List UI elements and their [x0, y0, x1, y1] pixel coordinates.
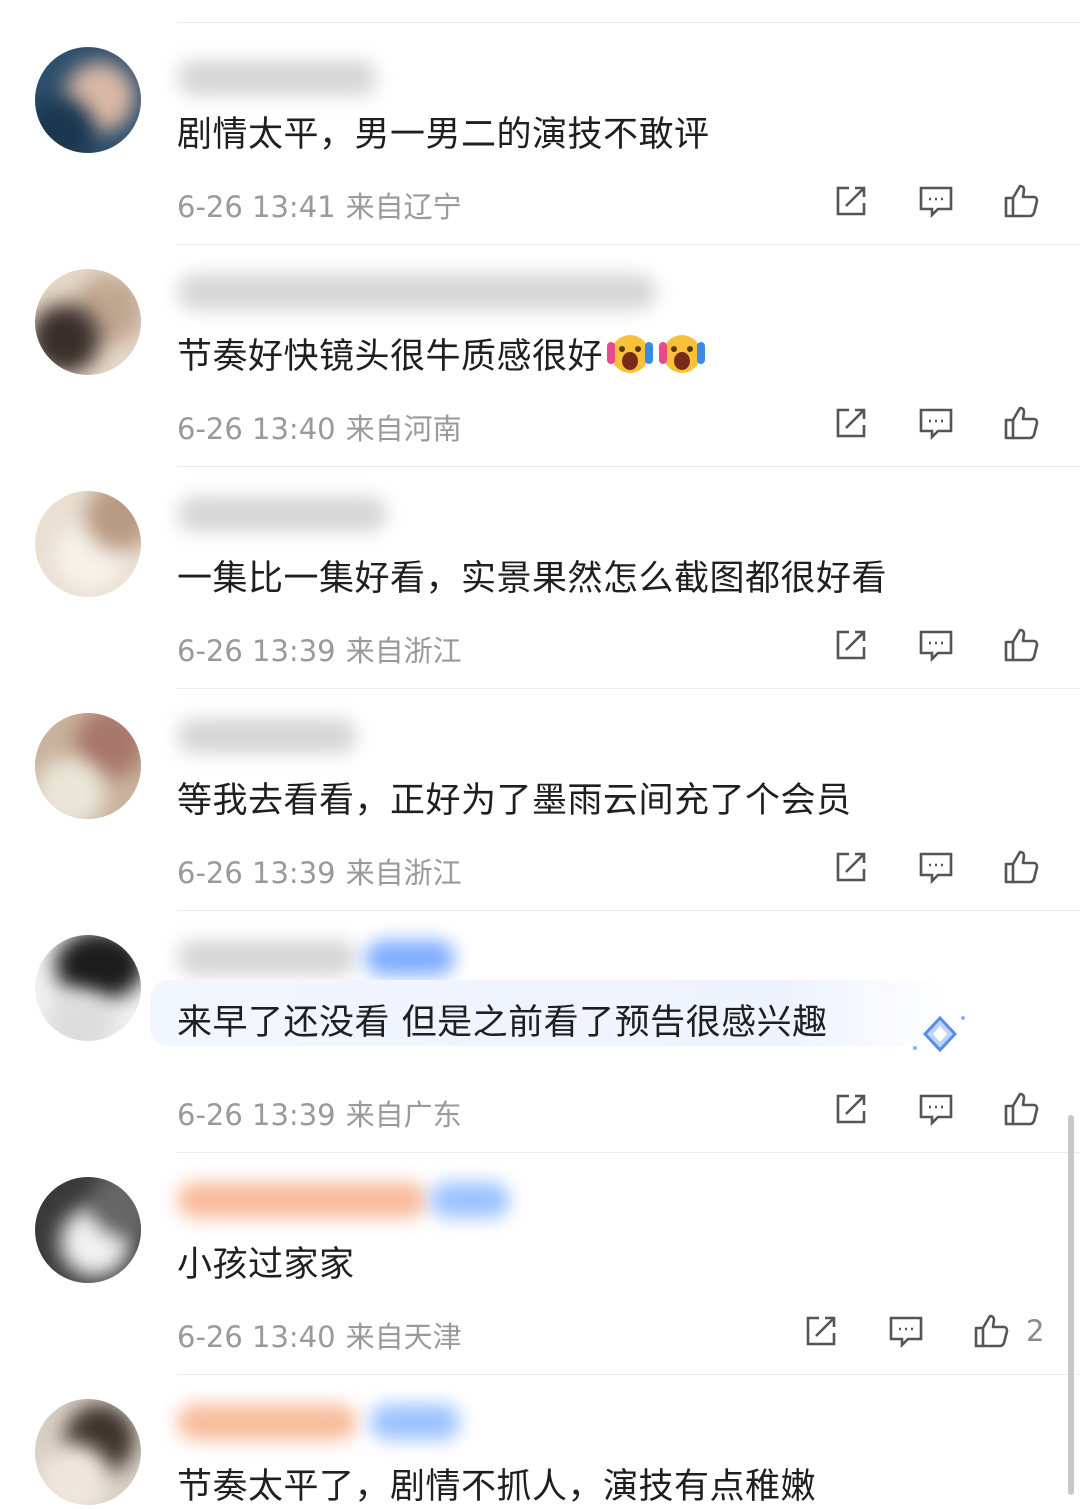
- comment-icon[interactable]: [884, 1309, 928, 1353]
- comment-location: 来自天津: [345, 1320, 462, 1354]
- comment-item: 剧情太平，男一男二的演技不敢评 6-26 13:41 来自辽宁: [0, 22, 1080, 244]
- comment-time: 6-26 13:39: [177, 1098, 336, 1132]
- share-icon[interactable]: [829, 401, 873, 445]
- like-count: 2: [1026, 1314, 1045, 1348]
- comment-item: 小孩过家家 6-26 13:40 来自天津 2: [0, 1152, 1080, 1374]
- thumbs-up-icon[interactable]: [999, 623, 1043, 667]
- username[interactable]: [177, 274, 657, 310]
- comment-icon[interactable]: [914, 623, 958, 667]
- comment-time: 6-26 13:40: [177, 1320, 336, 1354]
- comment-item: 节奏太平了，剧情不抓人，演技有点稚嫩: [0, 1374, 1080, 1507]
- comment-text: 来早了还没看 但是之前看了预告很感兴趣: [177, 1003, 828, 1043]
- comment-item: 等我去看看，正好为了墨雨云间充了个会员 6-26 13:39 来自浙江: [0, 688, 1080, 910]
- comment-text: 节奏太平了，剧情不抓人，演技有点稚嫩: [177, 1467, 817, 1507]
- diamond-badge-icon: [913, 1015, 965, 1053]
- share-icon[interactable]: [829, 845, 873, 889]
- thumbs-up-icon[interactable]: [999, 1087, 1043, 1131]
- comment-meta: 6-26 13:39 来自浙江: [177, 628, 462, 670]
- comment-text: 剧情太平，男一男二的演技不敢评: [177, 115, 710, 155]
- username[interactable]: [177, 940, 357, 976]
- comment-meta: 6-26 13:39 来自广东: [177, 1092, 462, 1134]
- comment-meta: 6-26 13:41 来自辽宁: [177, 184, 462, 226]
- comment-time: 6-26 13:39: [177, 856, 336, 890]
- comment-location: 来自辽宁: [345, 190, 462, 224]
- user-badge: [365, 940, 455, 976]
- comment-location: 来自浙江: [345, 856, 462, 890]
- scrollbar[interactable]: [1068, 1115, 1074, 1495]
- comment-meta: 6-26 13:40 来自河南: [177, 406, 462, 448]
- avatar[interactable]: [35, 935, 141, 1041]
- comment-icon[interactable]: [914, 1087, 958, 1131]
- comment-text: 一集比一集好看，实景果然怎么截图都很好看: [177, 559, 888, 599]
- avatar[interactable]: [35, 1177, 141, 1283]
- comment-time: 6-26 13:41: [177, 190, 336, 224]
- comment-location: 来自广东: [345, 1098, 462, 1132]
- username[interactable]: [177, 718, 357, 754]
- share-icon[interactable]: [829, 1087, 873, 1131]
- thumbs-up-icon[interactable]: [969, 1309, 1013, 1353]
- thumbs-up-icon[interactable]: [999, 401, 1043, 445]
- comment-text: 小孩过家家: [177, 1245, 355, 1285]
- username[interactable]: [177, 1404, 357, 1440]
- comment-text: 等我去看看，正好为了墨雨云间充了个会员: [177, 781, 852, 821]
- comment-item: 节奏好快镜头很牛质感很好 6-26 13:40 来自河南: [0, 244, 1080, 466]
- thumbs-up-icon[interactable]: [999, 179, 1043, 223]
- share-icon[interactable]: [829, 179, 873, 223]
- avatar[interactable]: [35, 269, 141, 375]
- comment-time: 6-26 13:40: [177, 412, 336, 446]
- avatar[interactable]: [35, 1399, 141, 1505]
- avatar[interactable]: [35, 47, 141, 153]
- username[interactable]: [177, 60, 377, 96]
- face-screaming-emoji: [659, 335, 706, 373]
- share-icon[interactable]: [799, 1309, 843, 1353]
- user-badge: [430, 1182, 510, 1218]
- comment-time: 6-26 13:39: [177, 634, 336, 668]
- thumbs-up-icon[interactable]: [999, 845, 1043, 889]
- comment-location: 来自河南: [345, 412, 462, 446]
- comment-meta: 6-26 13:39 来自浙江: [177, 850, 462, 892]
- username[interactable]: [177, 1182, 427, 1218]
- user-badge: [370, 1404, 460, 1440]
- comment-text-content: 节奏好快镜头很牛质感很好: [177, 337, 604, 377]
- comment-text: 节奏好快镜头很牛质感很好: [177, 328, 707, 379]
- username[interactable]: [177, 496, 387, 532]
- face-screaming-emoji: [607, 335, 654, 373]
- comment-icon[interactable]: [914, 179, 958, 223]
- comment-icon[interactable]: [914, 845, 958, 889]
- comment-icon[interactable]: [914, 401, 958, 445]
- avatar[interactable]: [35, 491, 141, 597]
- comment-meta: 6-26 13:40 来自天津: [177, 1314, 462, 1356]
- comment-item: 来早了还没看 但是之前看了预告很感兴趣 6-26 13:39 来自广东: [0, 910, 1080, 1152]
- comment-item: 一集比一集好看，实景果然怎么截图都很好看 6-26 13:39 来自浙江: [0, 466, 1080, 688]
- share-icon[interactable]: [829, 623, 873, 667]
- comment-location: 来自浙江: [345, 634, 462, 668]
- avatar[interactable]: [35, 713, 141, 819]
